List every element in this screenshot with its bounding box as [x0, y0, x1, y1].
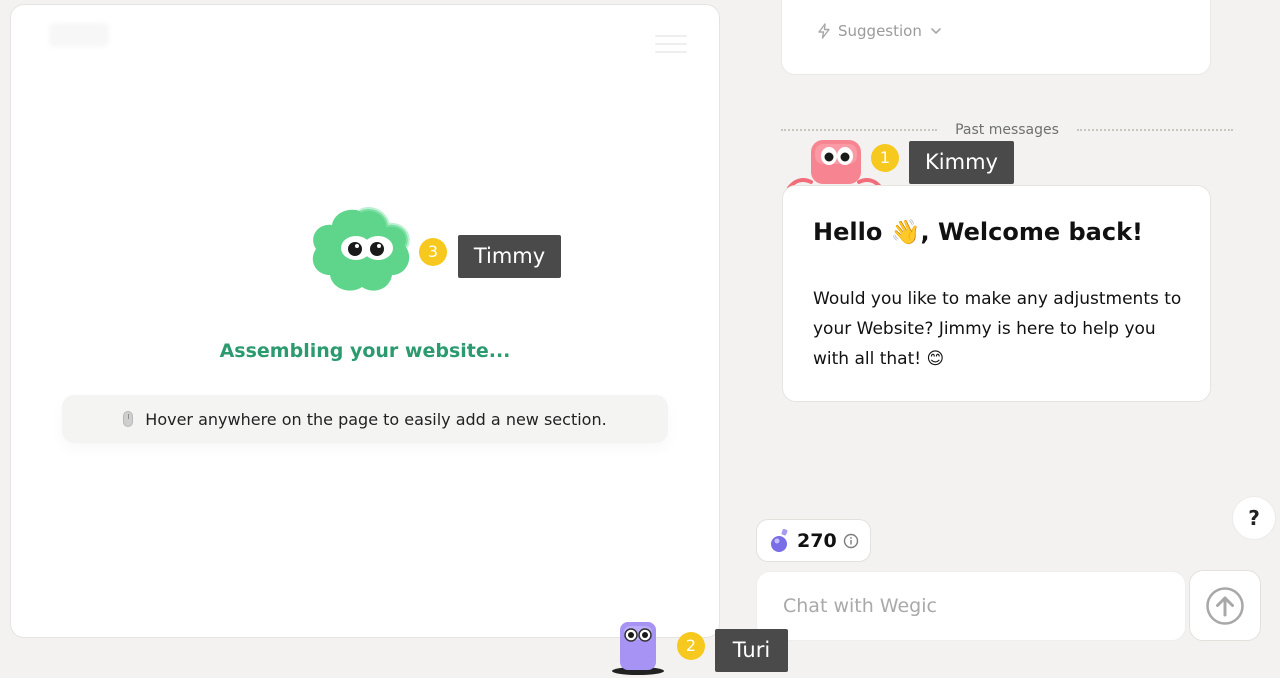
turi-mascot [612, 622, 664, 675]
info-icon[interactable] [843, 533, 859, 549]
assembling-status: Assembling your website... [219, 340, 511, 362]
arrow-up-circle-icon [1206, 586, 1244, 625]
welcome-message-card: Hello 👋, Welcome back! Would you like to… [782, 185, 1211, 402]
hint-text: Hover anywhere on the page to easily add… [145, 409, 607, 429]
suggestion-card: Suggestion [781, 0, 1211, 75]
message-body: Would you like to make any adjustments t… [813, 289, 1182, 369]
mouse-icon [123, 411, 134, 427]
chat-input[interactable]: Chat with Wegic [756, 571, 1186, 641]
timmy-mascot [312, 206, 410, 291]
timmy-name-tag: Timmy [458, 235, 561, 278]
chevron-down-icon [931, 28, 941, 35]
message-title: Hello 👋, Welcome back! [813, 218, 1143, 246]
send-button[interactable] [1189, 570, 1261, 641]
preview-logo-placeholder [49, 23, 109, 47]
menu-icon[interactable] [655, 35, 687, 55]
timmy-badge: 3 [419, 238, 447, 266]
turi-badge: 2 [677, 632, 705, 660]
kimmy-badge: 1 [871, 144, 899, 172]
suggestion-dropdown[interactable]: Suggestion [816, 22, 948, 40]
help-button[interactable]: ? [1232, 496, 1276, 540]
past-messages-label: Past messages [955, 122, 1059, 138]
divider-line-right [1076, 129, 1233, 131]
divider-line-left [781, 129, 938, 131]
credits-pill[interactable]: 270 [756, 519, 871, 562]
kimmy-name-tag: Kimmy [909, 141, 1014, 184]
website-preview-panel[interactable] [10, 4, 720, 638]
past-messages-divider: Past messages [781, 120, 1233, 140]
credits-value: 270 [797, 529, 837, 552]
potion-icon [771, 528, 788, 552]
turi-name-tag: Turi [715, 629, 788, 672]
suggestion-label: Suggestion [838, 22, 922, 40]
hint-bar: Hover anywhere on the page to easily add… [62, 395, 668, 443]
lightning-icon [818, 23, 830, 39]
